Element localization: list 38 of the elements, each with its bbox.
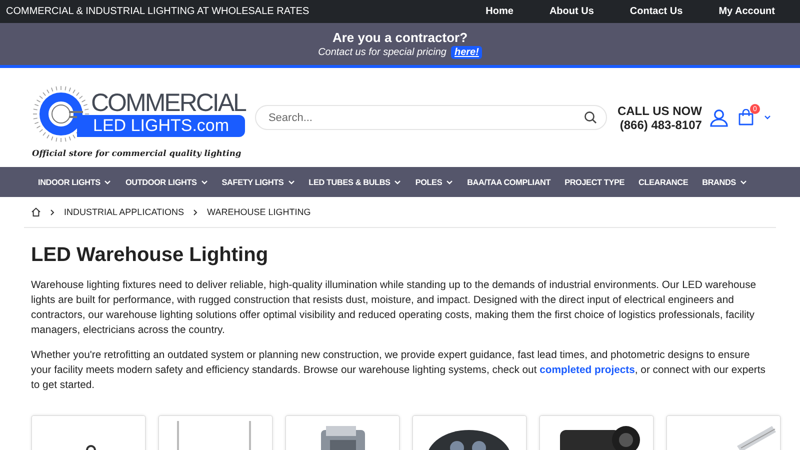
page-title: LED Warehouse Lighting xyxy=(31,243,270,268)
nav-item[interactable]: SAFETY LIGHTS xyxy=(214,167,302,197)
breadcrumb-link[interactable]: WAREHOUSE LIGHTING xyxy=(207,207,311,217)
chevron-icon xyxy=(193,208,198,216)
cart-button[interactable] xyxy=(738,109,754,126)
search-icon[interactable] xyxy=(584,111,598,124)
search-field[interactable]: Search... xyxy=(255,105,608,130)
text-link[interactable]: completed projects xyxy=(540,365,635,376)
phone-number: (866) 483-8107 xyxy=(620,118,702,132)
paragraph: Whether you're retrofitting an outdated system or planning new construction, we provide expert guidance, fast lead times, and photometric designs to ensure your facility meets modern safety and efficiency standards. Browse our warehouse lighting systems, check out completed projects, or connect with our experts to get started. xyxy=(31,349,766,393)
nav-item[interactable]: CLEARANCE xyxy=(632,167,696,197)
promo-text: Contact us for special pricing xyxy=(318,46,446,58)
logo-wordmark: LED LIGHTS.com xyxy=(77,115,246,137)
promo-link[interactable]: here! xyxy=(451,46,482,58)
logo-wordmark: COMMERCIAL xyxy=(90,91,246,115)
breadcrumb-link[interactable]: INDUSTRIAL APPLICATIONS xyxy=(64,207,184,217)
top-link[interactable]: Home xyxy=(468,6,532,17)
caret-icon[interactable] xyxy=(764,115,771,120)
nav-item[interactable]: INDOOR LIGHTS xyxy=(31,167,118,197)
promo-heading: Are you a contractor? xyxy=(332,30,468,46)
account-icon[interactable] xyxy=(710,108,728,126)
nav-item[interactable]: POLES xyxy=(408,167,460,197)
top-link[interactable]: My Account xyxy=(700,6,775,17)
nav-item[interactable]: OUTDOOR LIGHTS xyxy=(118,167,215,197)
top-link[interactable]: About Us xyxy=(531,6,612,17)
bag-icon xyxy=(738,109,754,126)
home-icon[interactable] xyxy=(31,207,41,217)
top-link[interactable]: Contact Us xyxy=(612,6,701,17)
chevron-icon xyxy=(50,208,55,216)
nav-item[interactable]: BRANDS xyxy=(695,167,754,197)
nav-item[interactable]: PROJECT TYPE xyxy=(558,167,632,197)
nav-item[interactable]: LED TUBES & BULBS xyxy=(302,167,408,197)
call-label: CALL US NOW xyxy=(617,104,702,118)
tagline: COMMERCIAL & INDUSTRIAL LIGHTING AT WHOLESALE RATES xyxy=(6,6,310,17)
nav-item[interactable]: BAA/TAA COMPLIANT xyxy=(460,167,558,197)
bulb-logo-icon xyxy=(31,84,91,144)
logo-tagline: Official store for commercial quality lighting xyxy=(31,147,242,159)
paragraph: Warehouse lighting fixtures need to deliver reliable, high-quality illumination while standing up to the demands of industrial environments. Our LED warehouse lights are built for performance, with rugged construction that resists dust, moisture, and impact. Designed with the direct input of electrical engineers and contractors, our warehouse lighting solutions offer optimal visibility and reduced operating costs, making them the first choice of logistics professionals, facility managers, electricians across the country. xyxy=(31,279,758,338)
